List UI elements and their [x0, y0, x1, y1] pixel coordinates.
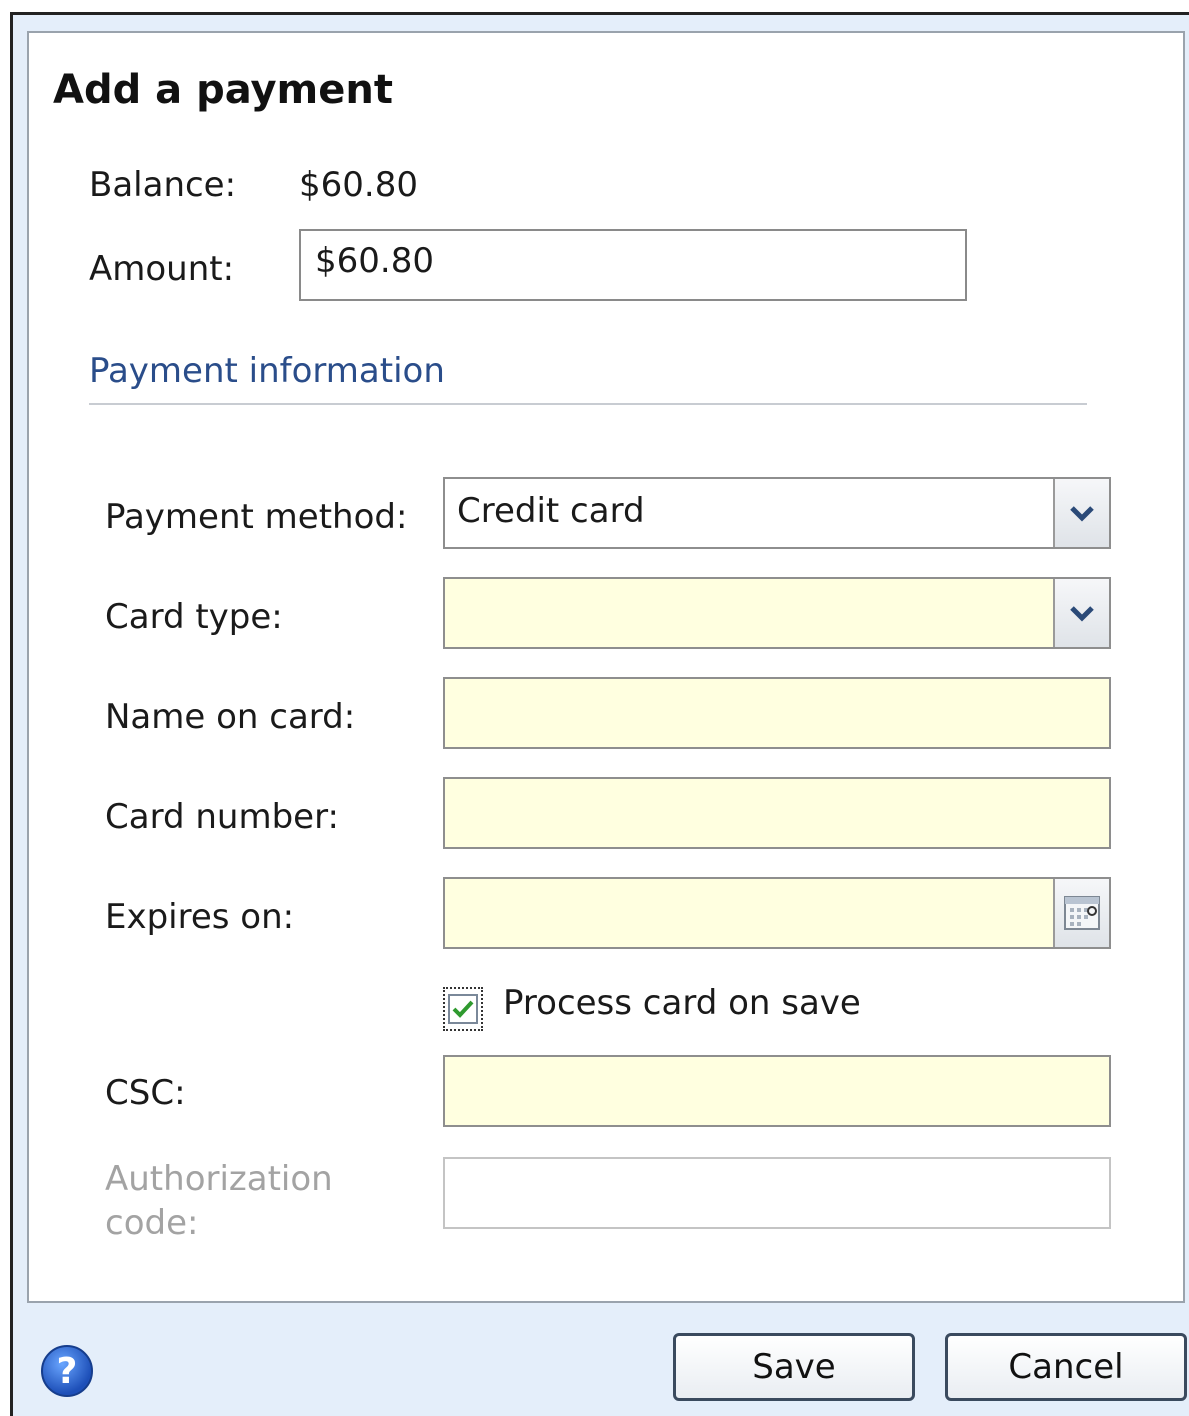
checkbox-box [448, 994, 478, 1024]
payment-method-select[interactable]: Credit card [443, 477, 1111, 549]
authorization-code-label: Authorization code: [105, 1159, 333, 1243]
card-number-label: Card number: [105, 797, 339, 837]
dialog-content-panel: Add a payment Balance: $60.80 Amount: $6… [27, 31, 1185, 1303]
name-on-card-input[interactable] [443, 677, 1111, 749]
expires-on-label: Expires on: [105, 897, 295, 937]
card-number-input[interactable] [443, 777, 1111, 849]
authorization-code-input [443, 1157, 1111, 1229]
card-type-label: Card type: [105, 597, 283, 637]
payment-method-value: Credit card [457, 491, 645, 531]
payment-method-dropdown-button[interactable] [1053, 479, 1109, 547]
expires-on-input[interactable] [443, 877, 1111, 949]
chevron-down-icon [1070, 506, 1094, 522]
calendar-button[interactable] [1053, 879, 1109, 947]
card-type-dropdown-button[interactable] [1053, 579, 1109, 647]
csc-label: CSC: [105, 1073, 186, 1113]
payment-info-section-title: Payment information [89, 351, 445, 391]
help-icon[interactable]: ? [41, 1345, 93, 1397]
save-button[interactable]: Save [673, 1333, 915, 1401]
process-card-label[interactable]: Process card on save [503, 983, 861, 1023]
name-on-card-label: Name on card: [105, 697, 356, 737]
checkmark-icon [452, 1000, 474, 1018]
add-payment-dialog: Add a payment Balance: $60.80 Amount: $6… [10, 12, 1189, 1416]
balance-label: Balance: [89, 165, 237, 205]
dialog-title: Add a payment [53, 67, 393, 113]
balance-value: $60.80 [299, 165, 418, 205]
amount-label: Amount: [89, 249, 235, 289]
payment-method-label: Payment method: [105, 497, 408, 537]
cancel-button[interactable]: Cancel [945, 1333, 1187, 1401]
csc-input[interactable] [443, 1055, 1111, 1127]
calendar-icon [1064, 896, 1100, 930]
chevron-down-icon [1070, 606, 1094, 622]
amount-input[interactable]: $60.80 [299, 229, 967, 301]
process-card-checkbox[interactable] [443, 987, 483, 1031]
card-type-select[interactable] [443, 577, 1111, 649]
section-divider [89, 403, 1087, 405]
